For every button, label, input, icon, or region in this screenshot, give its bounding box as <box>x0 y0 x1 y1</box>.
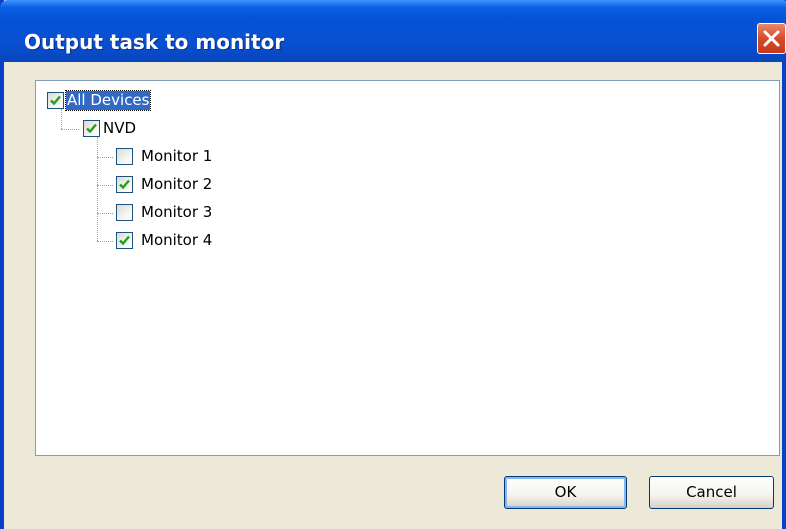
node-label-monitor-4: Monitor 4 <box>141 231 213 249</box>
tree-connector <box>97 185 113 186</box>
checkmark-icon <box>119 235 130 246</box>
checkbox-monitor-2[interactable] <box>116 176 133 193</box>
ok-button[interactable]: OK <box>504 476 627 509</box>
tree-connector <box>97 137 98 241</box>
tree-connector <box>97 241 113 242</box>
node-label-nvd: NVD <box>103 119 137 137</box>
tree-connector <box>61 109 62 129</box>
tree-connector <box>97 213 113 214</box>
cancel-button[interactable]: Cancel <box>649 476 774 509</box>
checkbox-monitor-3[interactable] <box>116 204 133 221</box>
dialog-title: Output task to monitor <box>24 30 285 54</box>
tree-connector <box>61 129 79 130</box>
checkbox-monitor-1[interactable] <box>116 148 133 165</box>
checkbox-nvd[interactable] <box>83 120 100 137</box>
close-x-icon <box>763 30 780 47</box>
checkmark-icon <box>50 95 61 106</box>
checkbox-all-devices[interactable] <box>47 92 64 109</box>
node-label-monitor-2: Monitor 2 <box>141 175 213 193</box>
node-label-all-devices: All Devices <box>64 90 152 111</box>
title-bar[interactable]: Output task to monitor <box>0 0 786 62</box>
tree-connector <box>97 157 113 158</box>
node-label-monitor-1: Monitor 1 <box>141 147 213 165</box>
close-button[interactable] <box>757 23 786 54</box>
checkmark-icon <box>119 179 130 190</box>
dialog-window: Output task to monitor All Devices NVD M… <box>0 0 786 529</box>
checkbox-monitor-4[interactable] <box>116 232 133 249</box>
device-tree[interactable]: All Devices NVD Monitor 1 Monitor 2 Moni… <box>35 80 780 456</box>
node-label-monitor-3: Monitor 3 <box>141 203 213 221</box>
checkmark-icon <box>86 123 97 134</box>
